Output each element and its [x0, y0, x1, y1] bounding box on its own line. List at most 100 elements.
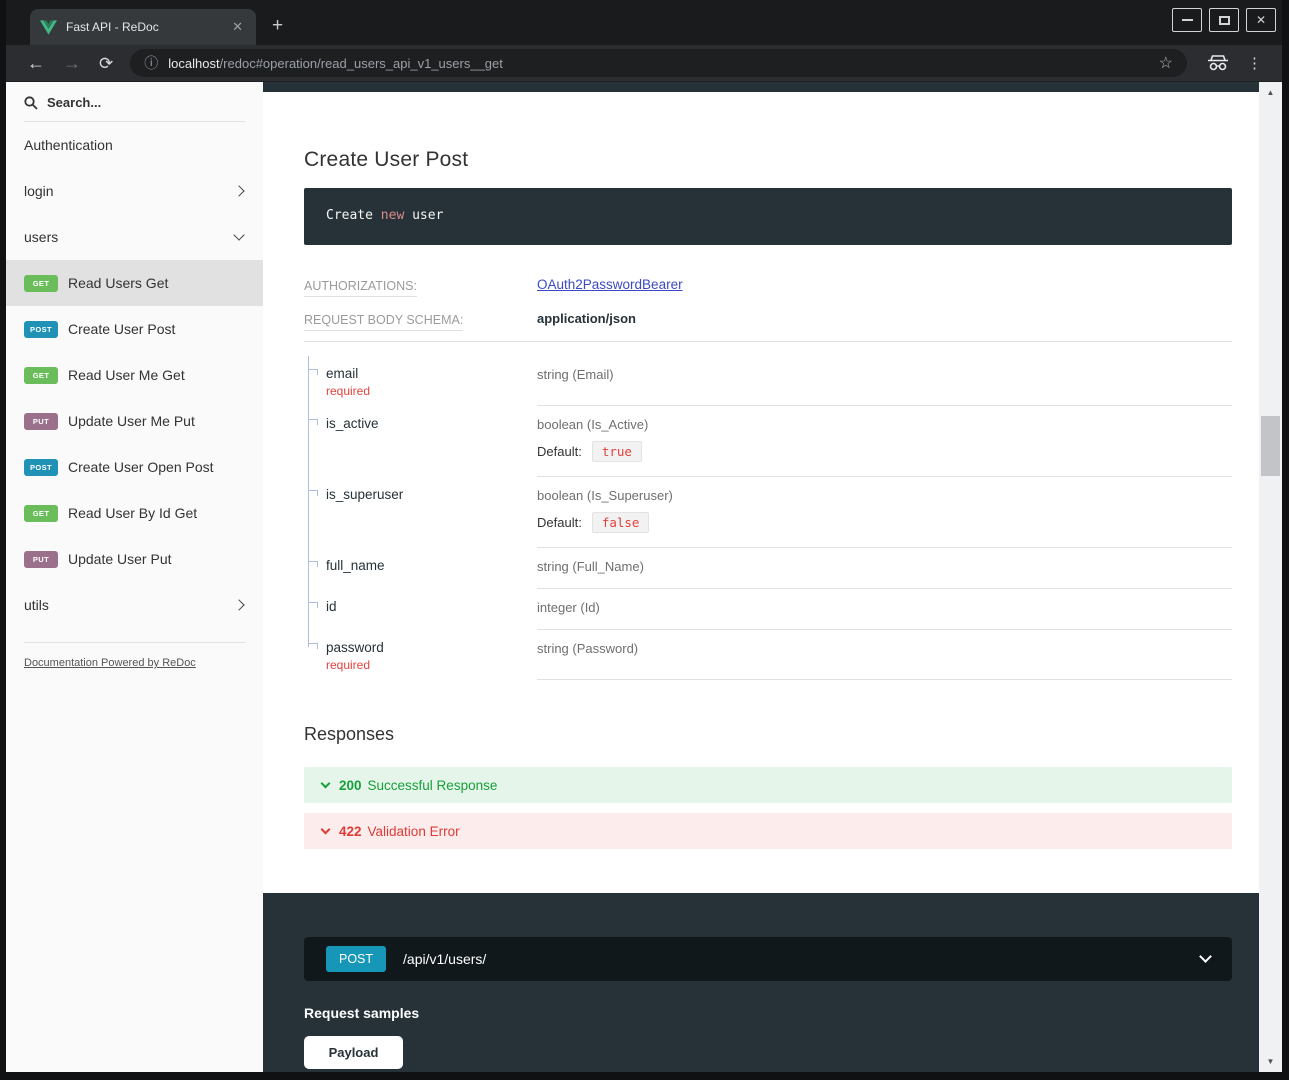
tree-connector: [308, 406, 322, 477]
new-tab-button[interactable]: +: [272, 16, 283, 35]
sidebar-item-label: Create User Open Post: [68, 459, 214, 475]
scrollbar[interactable]: ▲ ▼: [1259, 82, 1282, 1072]
field-type: boolean (Is_Active): [537, 417, 648, 432]
method-badge: GET: [24, 367, 58, 384]
search-input[interactable]: [47, 95, 217, 110]
default-value: true: [592, 441, 642, 462]
browser-tab[interactable]: Fast API - ReDoc ✕: [30, 9, 256, 45]
sidebar-item-update-user-put[interactable]: PUT Update User Put: [6, 536, 263, 582]
response-code: 422: [339, 824, 362, 839]
sidebar-item-label: users: [24, 229, 235, 245]
default-value: false: [592, 512, 650, 533]
description-highlight: new: [381, 208, 404, 223]
field-type: string (Full_Name): [537, 559, 644, 574]
minimize-button[interactable]: [1172, 8, 1202, 32]
endpoint-path: /api/v1/users/: [403, 951, 1201, 967]
top-dark-strip: [263, 82, 1259, 92]
schema-fields: email required string (Email) is_active …: [304, 356, 1232, 680]
tree-connector: [308, 548, 322, 589]
sidebar-item-read-user-by-id-get[interactable]: GET Read User By Id Get: [6, 490, 263, 536]
tree-connector: [308, 589, 322, 630]
field-row-is-superuser: is_superuser boolean (Is_Superuser) Defa…: [304, 477, 1232, 548]
sidebar-item-read-users-get[interactable]: GET Read Users Get: [6, 260, 263, 306]
browser-window: Fast API - ReDoc ✕ + ✕ ← → ⟳ ⓘ localhost…: [0, 0, 1289, 1080]
sidebar-item-authentication[interactable]: Authentication: [6, 122, 263, 168]
authorizations-label: AUTHORIZATIONS:: [304, 279, 417, 297]
method-badge: POST: [326, 946, 386, 972]
sidebar-item-utils[interactable]: utils: [6, 582, 263, 628]
back-icon[interactable]: ←: [27, 54, 45, 72]
method-badge: PUT: [24, 413, 58, 430]
sidebar-item-label: Read Users Get: [68, 275, 168, 291]
response-label: Validation Error: [368, 824, 460, 839]
default-label: Default:: [537, 444, 582, 459]
redoc-footer-link[interactable]: Documentation Powered by ReDoc: [24, 657, 196, 669]
schema-divider: [304, 341, 1232, 342]
close-button[interactable]: ✕: [1246, 8, 1276, 32]
request-body-schema-label: REQUEST BODY SCHEMA:: [304, 313, 463, 331]
sidebar-item-label: login: [24, 183, 235, 199]
request-body-mime: application/json: [537, 311, 636, 326]
vue-favicon-icon: [40, 20, 57, 35]
response-label: Successful Response: [368, 778, 498, 793]
required-flag: required: [326, 658, 537, 672]
search-icon: [24, 96, 38, 110]
sidebar-item-label: Read User By Id Get: [68, 505, 197, 521]
main-content: Create User Post Create new user AUTHORI…: [263, 82, 1259, 1072]
endpoint-dropdown[interactable]: POST /api/v1/users/: [304, 937, 1232, 981]
sidebar-item-create-user-open-post[interactable]: POST Create User Open Post: [6, 444, 263, 490]
oauth2-link[interactable]: OAuth2PasswordBearer: [537, 277, 683, 292]
url-host: localhost: [168, 56, 219, 71]
chevron-right-icon: [233, 185, 244, 196]
scroll-up-icon[interactable]: ▲: [1259, 88, 1282, 97]
field-row-email: email required string (Email): [304, 356, 1232, 406]
field-row-password: password required string (Password): [304, 630, 1232, 680]
forward-icon[interactable]: →: [63, 54, 81, 72]
field-name: is_superuser: [326, 487, 537, 502]
chevron-down-icon: [233, 229, 244, 240]
sidebar-item-users[interactable]: users: [6, 214, 263, 260]
chevron-right-icon: [233, 599, 244, 610]
description-text: Create: [326, 208, 381, 223]
tab-close-icon[interactable]: ✕: [229, 19, 246, 35]
field-type: boolean (Is_Superuser): [537, 488, 673, 503]
sidebar-item-read-user-me-get[interactable]: GET Read User Me Get: [6, 352, 263, 398]
field-name: is_active: [326, 416, 537, 431]
url-text: localhost/redoc#operation/read_users_api…: [168, 56, 503, 71]
page-title: Create User Post: [304, 148, 1232, 172]
scroll-down-icon[interactable]: ▼: [1259, 1057, 1282, 1066]
responses-heading: Responses: [304, 724, 1232, 745]
reload-icon[interactable]: ⟳: [99, 55, 113, 72]
field-row-id: id integer (Id): [304, 589, 1232, 630]
response-422[interactable]: 422 Validation Error: [304, 813, 1232, 849]
tab-strip: Fast API - ReDoc ✕ + ✕: [6, 0, 1282, 45]
response-200[interactable]: 200 Successful Response: [304, 767, 1232, 803]
maximize-button[interactable]: [1209, 8, 1239, 32]
operation-description-code: Create new user: [304, 188, 1232, 245]
bookmark-star-icon[interactable]: ☆: [1159, 53, 1173, 73]
sidebar-item-login[interactable]: login: [6, 168, 263, 214]
tab-title: Fast API - ReDoc: [66, 20, 229, 34]
response-code: 200: [339, 778, 362, 793]
field-row-is-active: is_active boolean (Is_Active) Default: tr…: [304, 406, 1232, 477]
tab-payload[interactable]: Payload: [304, 1036, 403, 1069]
page-info-icon[interactable]: ⓘ: [144, 53, 158, 73]
field-type: string (Email): [537, 367, 614, 382]
tree-connector: [308, 477, 322, 548]
required-flag: required: [326, 384, 537, 398]
description-text: user: [404, 208, 443, 223]
sidebar-item-label: Authentication: [24, 137, 243, 153]
address-bar[interactable]: ⓘ localhost/redoc#operation/read_users_a…: [130, 49, 1187, 77]
method-badge: PUT: [24, 551, 58, 568]
sidebar-divider: [24, 642, 245, 643]
method-badge: POST: [24, 459, 58, 476]
menu-kebab-icon[interactable]: ⋮: [1247, 54, 1262, 72]
method-badge: GET: [24, 275, 58, 292]
scrollbar-thumb[interactable]: [1261, 416, 1280, 476]
chevron-down-icon: [321, 779, 331, 789]
field-name: full_name: [326, 558, 537, 573]
sidebar-item-update-user-me-put[interactable]: PUT Update User Me Put: [6, 398, 263, 444]
tree-connector: [308, 630, 322, 680]
sidebar-item-create-user-post[interactable]: POST Create User Post: [6, 306, 263, 352]
request-panel: POST /api/v1/users/ Request samples Payl…: [263, 893, 1259, 1072]
